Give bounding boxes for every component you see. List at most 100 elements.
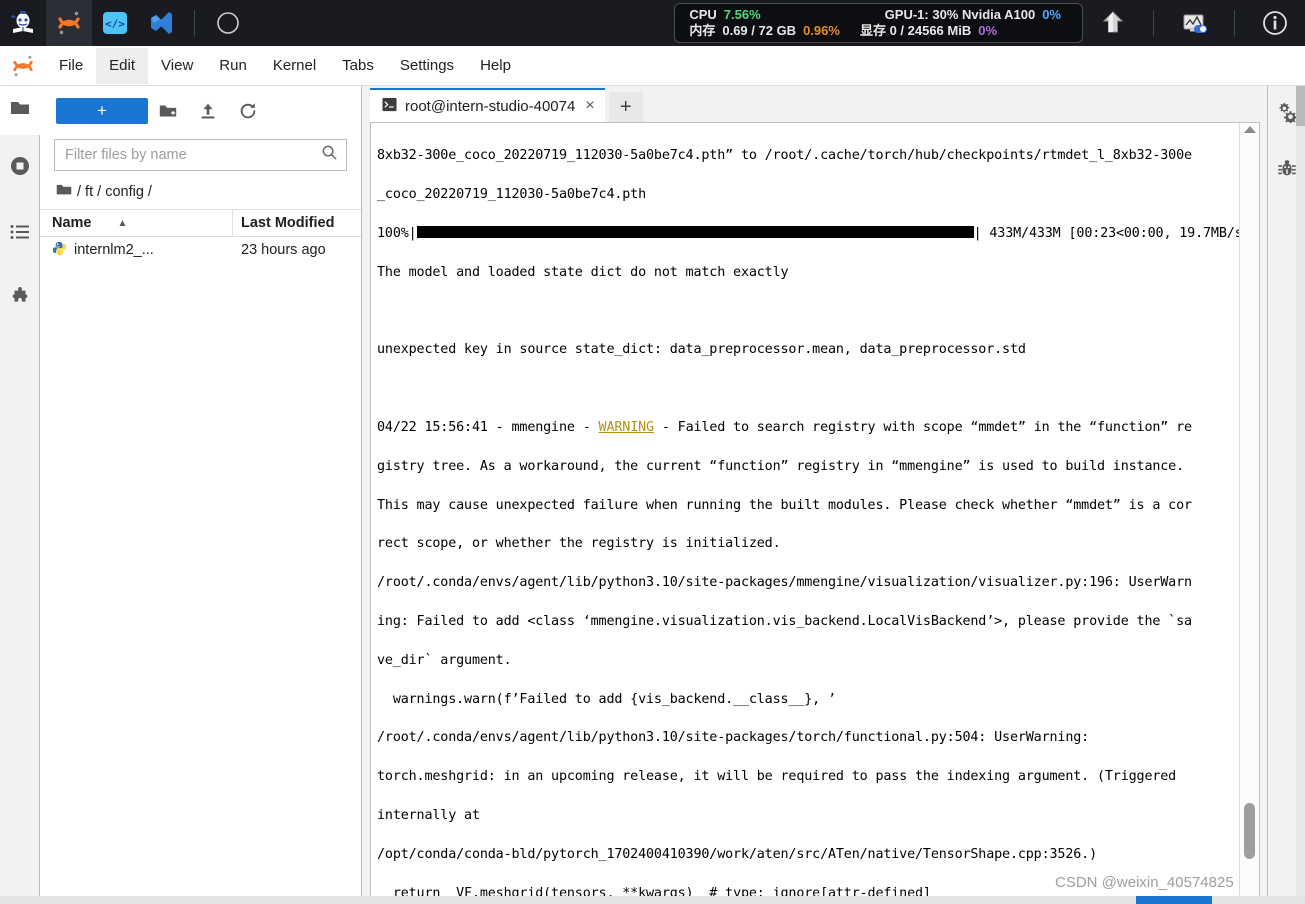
terminal-line: ve_dir` argument. <box>377 652 512 668</box>
info-icon[interactable] <box>1245 0 1305 46</box>
terminal-line-warning: 04/22 15:56:41 - mmengine - WARNING - Fa… <box>377 418 1239 437</box>
breadcrumb-path: / ft / config / <box>77 184 152 200</box>
list-item[interactable]: internlm2_... 23 hours ago <box>40 237 361 263</box>
system-monitor-row-2: 内存 0.69 / 72 GB 0.96% 显存 0 / 24566 MiB 0… <box>689 23 1068 38</box>
page-scrollbar[interactable] <box>1296 86 1305 904</box>
terminal-line: warnings.warn(f’Failed to add {vis_backe… <box>377 691 836 707</box>
jupyter-menubar: File Edit View Run Kernel Tabs Settings … <box>0 46 1305 86</box>
upload-icon[interactable] <box>188 96 228 126</box>
vscode-app-button[interactable] <box>138 0 184 46</box>
gpu-percent: 0% <box>1042 7 1061 22</box>
breadcrumb[interactable]: / ft / config / <box>40 177 361 209</box>
terminal-window[interactable]: 8xb32-300e_coco_20220719_112030-5a0be7c4… <box>370 122 1260 900</box>
memory-label: 内存 <box>689 23 716 38</box>
compass-icon[interactable] <box>205 0 251 46</box>
warning-suffix: - Failed to search registry with scope “… <box>653 419 1192 435</box>
terminal-output[interactable]: 8xb32-300e_coco_20220719_112030-5a0be7c4… <box>371 123 1251 899</box>
breadcrumb-folder-icon <box>56 182 72 202</box>
menu-edit[interactable]: Edit <box>96 47 149 84</box>
puzzle-icon <box>9 286 31 314</box>
monitor-toggle-icon[interactable] <box>1164 0 1224 46</box>
terminal-line: /root/.conda/envs/agent/lib/python3.10/s… <box>377 575 1192 591</box>
page-scrollbar-thumb[interactable] <box>1296 86 1305 126</box>
scrollbar-thumb[interactable] <box>1244 803 1255 859</box>
terminal-line: torch.meshgrid: in an upcoming release, … <box>377 769 1177 785</box>
download-progress-bar <box>416 226 974 238</box>
sidebar-item-file-browser[interactable] <box>0 86 40 135</box>
new-launcher-button[interactable]: + <box>56 97 148 124</box>
memory-value: 0.69 / 72 GB <box>722 23 797 38</box>
intern-studio-logo-button[interactable] <box>0 0 46 46</box>
terminal-line: /root/.conda/envs/agent/lib/python3.10/s… <box>377 730 1090 746</box>
sidebar-item-extensions[interactable] <box>0 267 39 333</box>
scroll-up-arrow-icon[interactable] <box>1244 126 1256 133</box>
terminal-line: /opt/conda/conda-bld/pytorch_17024004103… <box>377 846 1097 862</box>
menu-file[interactable]: File <box>46 48 96 84</box>
terminal-line: 8xb32-300e_coco_20220719_112030-5a0be7c4… <box>377 148 1192 164</box>
vram-percent: 0% <box>978 23 998 38</box>
vram-label: 显存 0 / 24566 MiB <box>859 23 972 38</box>
menu-tabs[interactable]: Tabs <box>329 48 387 84</box>
menu-kernel[interactable]: Kernel <box>260 48 329 84</box>
upgrade-icon[interactable] <box>1083 0 1143 46</box>
file-modified-cell: 23 hours ago <box>241 242 326 258</box>
folder-icon <box>9 97 31 124</box>
new-folder-icon[interactable] <box>148 96 188 126</box>
search-input[interactable] <box>65 147 321 163</box>
left-activity-bar <box>0 86 40 904</box>
file-browser-toolbar: + <box>40 86 361 135</box>
terminal-line: This may cause unexpected failure when r… <box>377 497 1192 513</box>
menu-settings[interactable]: Settings <box>387 48 467 84</box>
system-topbar: </> CPU 7.56% GPU-1: 30% Nvidia A100 0% … <box>0 0 1305 46</box>
bug-icon <box>1276 157 1298 184</box>
file-name-label: internlm2_... <box>74 242 154 258</box>
column-header-name: Name <box>52 215 92 231</box>
column-header-name-wrap[interactable]: Name ▲ <box>40 210 233 236</box>
topbar-divider-3 <box>1234 10 1235 36</box>
menu-view[interactable]: View <box>148 48 206 84</box>
main-dock-area: root@intern-studio-40074 × + 8xb32-300e_… <box>362 86 1267 904</box>
column-header-last-modified[interactable]: Last Modified <box>233 210 361 236</box>
tab-bar: root@intern-studio-40074 × + <box>362 86 1267 122</box>
terminal-line: _coco_20220719_112030-5a0be7c4.pth <box>377 187 647 203</box>
new-tab-button[interactable]: + <box>608 92 643 122</box>
jupyter-app-button[interactable] <box>46 0 92 46</box>
warning-prefix: 04/22 15:56:41 - mmengine - <box>377 419 599 435</box>
menu-run[interactable]: Run <box>206 48 260 84</box>
svg-text:</>: </> <box>105 18 125 31</box>
file-list-header: Name ▲ Last Modified <box>40 209 361 237</box>
terminal-line: The model and loaded state dict do not m… <box>377 264 789 280</box>
memory-percent: 0.96% <box>803 23 840 38</box>
sidebar-item-commands[interactable] <box>0 201 39 267</box>
system-monitor: CPU 7.56% GPU-1: 30% Nvidia A100 0% 内存 0… <box>674 3 1083 43</box>
progress-suffix: | 433M/433M [00:23<00:00, 19.7MB/s] <box>973 226 1251 241</box>
terminal-line: gistry tree. As a workaround, the curren… <box>377 458 1185 474</box>
file-name-cell[interactable]: internlm2_... <box>40 241 233 260</box>
file-filter-box[interactable] <box>54 139 347 171</box>
terminal-scrollbar[interactable] <box>1239 123 1259 899</box>
sort-ascending-icon: ▲ <box>117 217 128 229</box>
tab-terminal[interactable]: root@intern-studio-40074 × <box>370 88 605 122</box>
gpu-label: GPU-1: 30% Nvidia A100 <box>884 7 1036 22</box>
terminal-line-progress: 100%| | 433M/433M [00:23<00:00, 19.7MB/s] <box>377 224 1251 243</box>
terminal-line: ing: Failed to add <class ‘mmengine.visu… <box>377 613 1192 629</box>
progress-prefix: 100%| <box>377 226 417 241</box>
menu-help[interactable]: Help <box>467 48 524 84</box>
terminal-icon <box>382 97 397 116</box>
gears-icon <box>1276 101 1298 128</box>
jupyter-logo-icon <box>0 46 46 86</box>
code-server-app-button[interactable]: </> <box>92 0 138 46</box>
cpu-value: 7.56% <box>723 7 761 22</box>
terminal-line: rect scope, or whether the registry is i… <box>377 536 781 552</box>
bottom-progress-indicator <box>1136 896 1212 904</box>
bottom-status-strip <box>0 896 1305 904</box>
list-icon <box>9 221 31 248</box>
stop-circle-icon <box>9 155 31 182</box>
file-filter-wrapper <box>40 135 361 177</box>
close-icon[interactable]: × <box>585 97 594 115</box>
terminal-line: unexpected key in source state_dict: dat… <box>377 342 1026 358</box>
tab-title: root@intern-studio-40074 <box>405 97 576 115</box>
sidebar-item-running-sessions[interactable] <box>0 135 39 201</box>
refresh-icon[interactable] <box>228 96 268 126</box>
